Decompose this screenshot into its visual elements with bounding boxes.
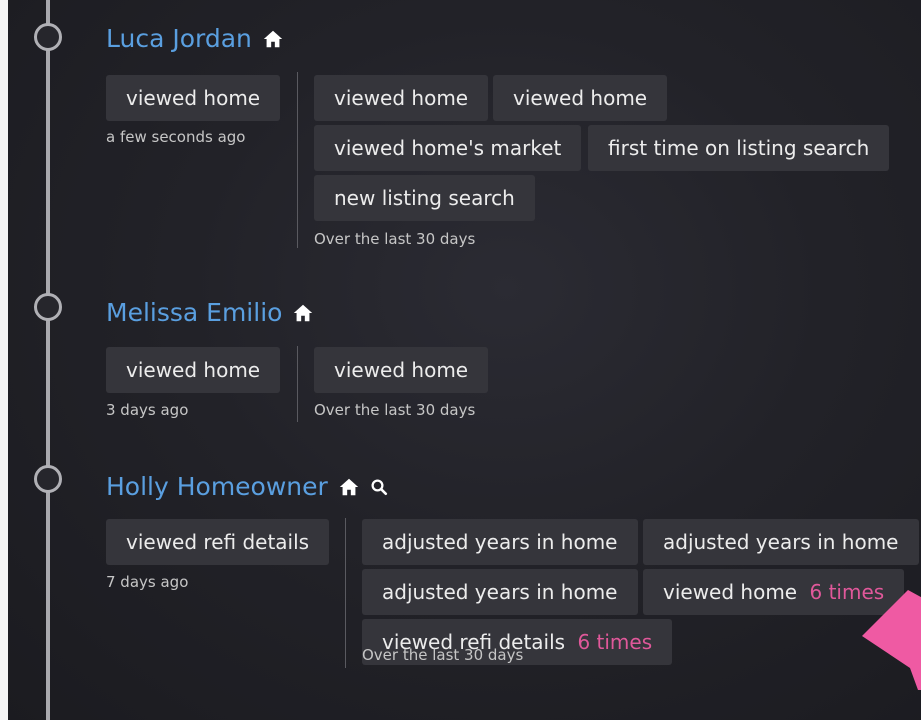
timeline-node (34, 23, 62, 51)
home-icon[interactable] (338, 476, 360, 498)
column-divider (345, 518, 346, 668)
activity-timestamp: 7 days ago (106, 573, 189, 591)
chip-label: viewed home (663, 580, 798, 604)
chip-label: adjusted years in home (382, 580, 618, 604)
search-icon[interactable] (370, 478, 388, 496)
chip-label: first time on listing search (608, 136, 870, 160)
chip-label: new listing search (334, 186, 515, 210)
annotation-arrow-icon (862, 590, 921, 690)
chip-label: viewed home (334, 358, 469, 382)
column-divider (297, 72, 298, 248)
chip-label: viewed home (126, 86, 261, 110)
latest-activity-chip[interactable]: viewed refi details (106, 519, 330, 565)
window-left-edge (0, 0, 8, 720)
history-period-label: Over the last 30 days (314, 401, 476, 419)
timeline-line (46, 0, 50, 720)
chip-label: adjusted years in home (663, 530, 899, 554)
home-icon[interactable] (292, 302, 314, 324)
activity-timestamp: 3 days ago (106, 401, 189, 419)
history-chip[interactable]: adjusted years in home (643, 519, 919, 565)
home-icon[interactable] (262, 28, 284, 50)
chip-label: viewed refi details (126, 530, 310, 554)
activity-timestamp: a few seconds ago (106, 128, 246, 146)
timeline-node (34, 465, 62, 493)
chip-count: 6 times (577, 630, 653, 654)
contact-name-link[interactable]: Melissa Emilio (106, 298, 282, 327)
timeline-entry-header: Luca Jordan (106, 24, 284, 53)
history-chip[interactable]: new listing search (314, 175, 535, 221)
history-chip[interactable]: adjusted years in home (362, 519, 638, 565)
contact-name-link[interactable]: Holly Homeowner (106, 472, 328, 501)
history-chip[interactable]: adjusted years in home (362, 569, 638, 615)
history-chip[interactable]: first time on listing search (588, 125, 890, 171)
timeline-entry-header: Holly Homeowner (106, 472, 388, 501)
history-chip[interactable]: viewed home (314, 75, 489, 121)
timeline-entry-header: Melissa Emilio (106, 298, 314, 327)
column-divider (297, 346, 298, 422)
latest-activity-chip[interactable]: viewed home (106, 75, 281, 121)
history-chip[interactable]: viewed home (314, 347, 489, 393)
chip-label: viewed home (126, 358, 261, 382)
contact-name-link[interactable]: Luca Jordan (106, 24, 252, 53)
history-chip[interactable]: viewed home's market (314, 125, 582, 171)
history-chip[interactable]: viewed home (493, 75, 668, 121)
history-period-label: Over the last 30 days (362, 646, 524, 664)
chip-label: viewed home (334, 86, 469, 110)
timeline-node (34, 293, 62, 321)
chip-label: adjusted years in home (382, 530, 618, 554)
history-period-label: Over the last 30 days (314, 230, 476, 248)
chip-label: viewed home (513, 86, 648, 110)
latest-activity-chip[interactable]: viewed home (106, 347, 281, 393)
chip-label: viewed home's market (334, 136, 562, 160)
